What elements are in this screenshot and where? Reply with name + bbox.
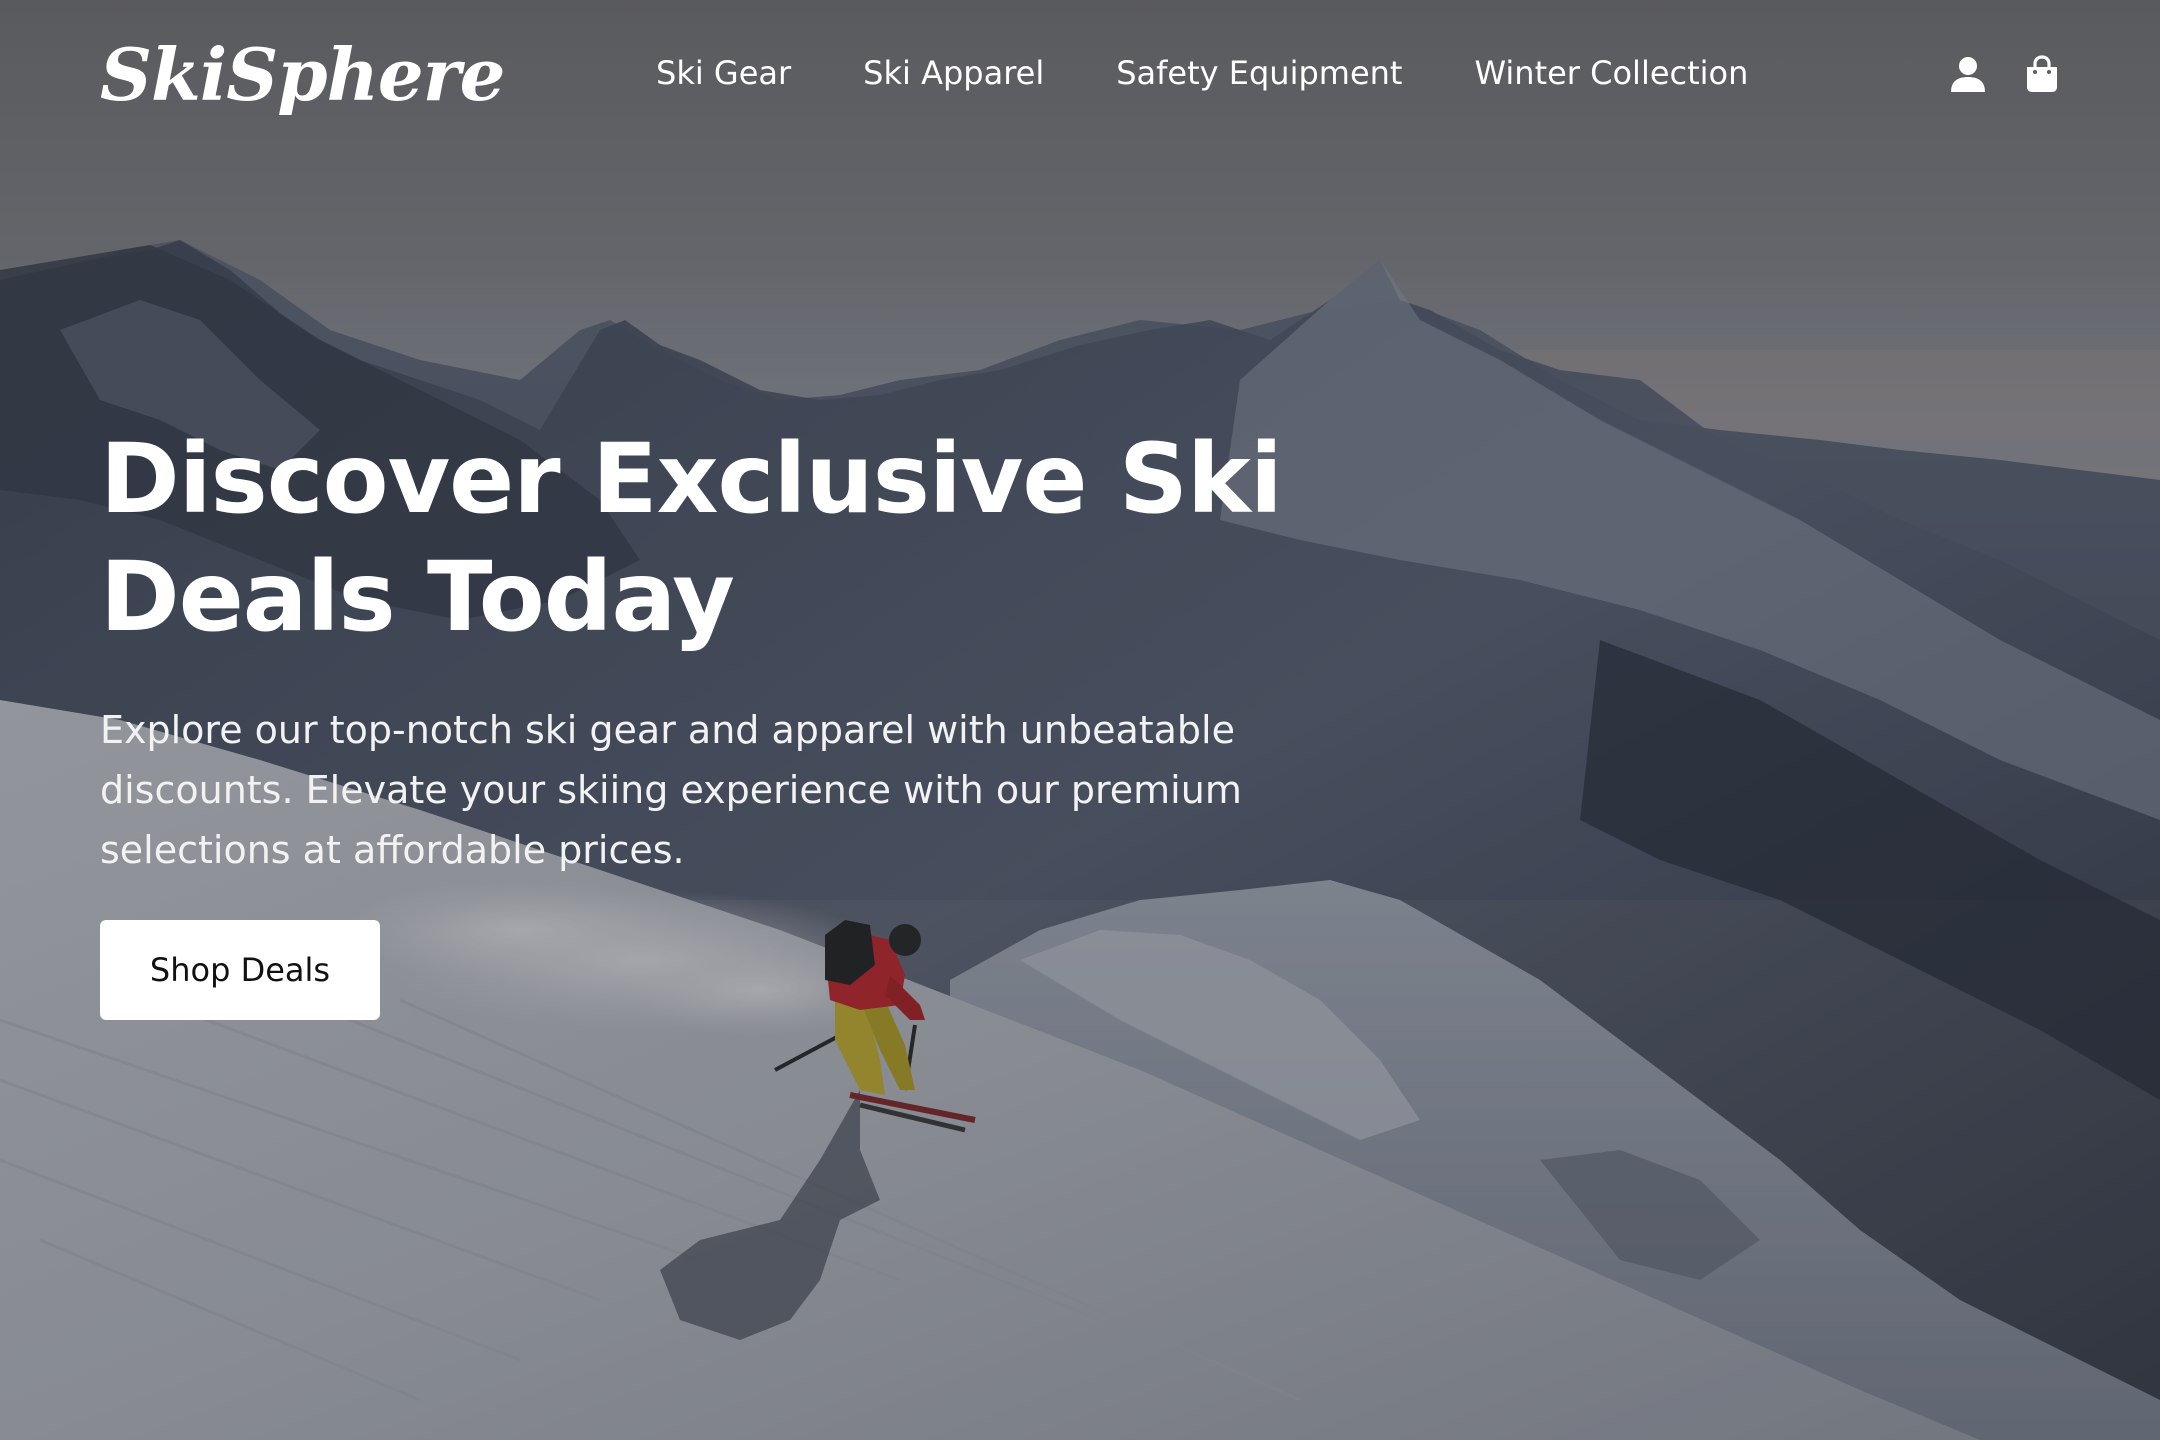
nav-link-ski-gear[interactable]: Ski Gear [656,48,791,98]
brand-logo[interactable]: SkiSphere [100,30,505,120]
nav-link-safety-equipment[interactable]: Safety Equipment [1116,48,1402,98]
user-icon [1951,57,1985,92]
shopping-bag-icon [2027,55,2057,92]
site-header: SkiSphere Ski Gear Ski Apparel Safety Eq… [0,0,2160,148]
header-actions [1916,52,2064,96]
shop-deals-button[interactable]: Shop Deals [100,920,380,1020]
main-navigation: Ski Gear Ski Apparel Safety Equipment Wi… [656,48,1748,98]
hero-title: Discover Exclusive Ski Deals Today [100,423,1283,653]
hero-description: Explore our top-notch ski gear and appar… [100,708,1242,872]
account-button[interactable] [1946,52,1990,96]
landing-page: SkiSphere Ski Gear Ski Apparel Safety Eq… [0,0,2160,1440]
cart-button[interactable] [2020,52,2064,96]
nav-link-winter-collection[interactable]: Winter Collection [1474,48,1748,98]
hero-section: Discover Exclusive Ski Deals Today Explo… [100,420,1400,1020]
nav-link-ski-apparel[interactable]: Ski Apparel [863,48,1044,98]
